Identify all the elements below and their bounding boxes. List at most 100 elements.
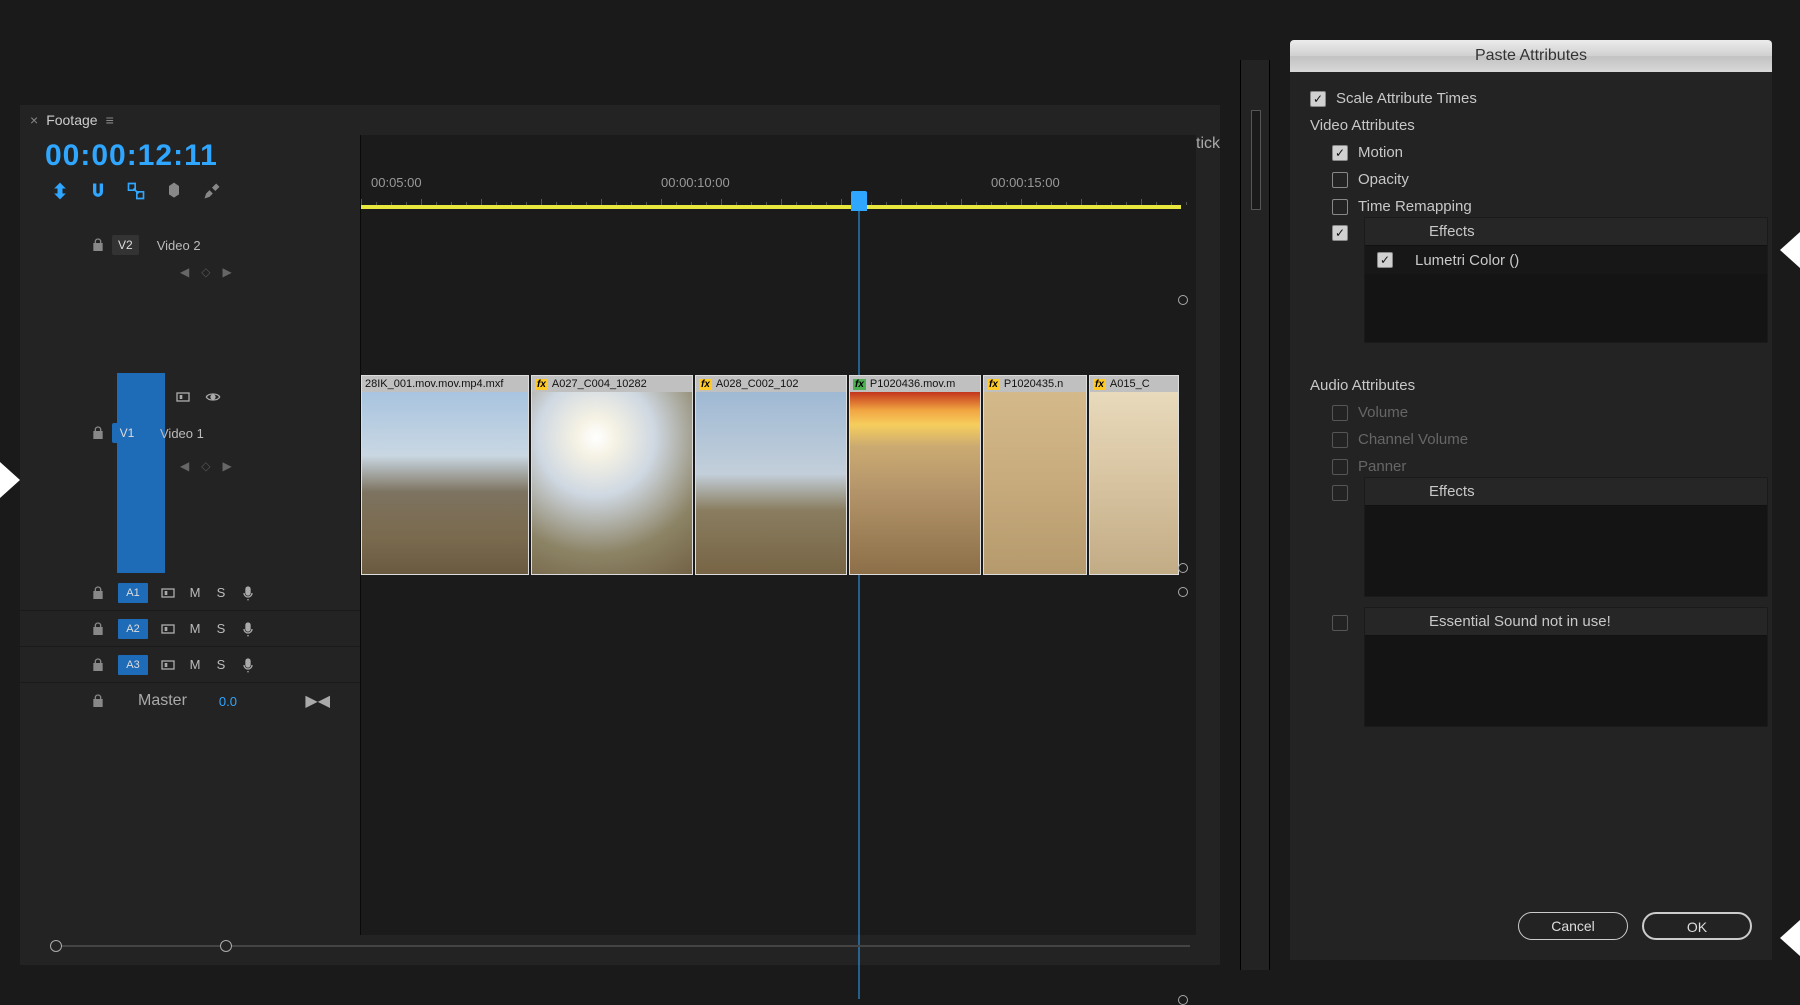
sync-lock-icon[interactable] bbox=[160, 585, 176, 601]
voiceover-icon[interactable] bbox=[240, 657, 256, 673]
solo-toggle[interactable]: S bbox=[214, 621, 228, 636]
checkbox-disabled-icon bbox=[1332, 485, 1348, 501]
channel-volume-row: Channel Volume bbox=[1310, 431, 1752, 448]
sync-lock-icon[interactable] bbox=[175, 389, 191, 405]
lock-icon[interactable] bbox=[90, 657, 106, 673]
panner-label: Panner bbox=[1358, 458, 1406, 475]
vertical-scroll[interactable] bbox=[1178, 295, 1190, 995]
timeline-clip[interactable]: 28IK_001.mov.mov.mp4.mxf bbox=[361, 375, 529, 575]
paste-attributes-dialog: Paste Attributes ✓ Scale Attribute Times… bbox=[1290, 40, 1772, 960]
master-expand-icon[interactable]: ▶◀ bbox=[305, 691, 330, 711]
sync-lock-icon[interactable] bbox=[160, 657, 176, 673]
track-v2-tag[interactable]: V2 bbox=[112, 235, 139, 255]
track-a3-header[interactable]: A3 M S bbox=[20, 647, 360, 683]
timeline-clip[interactable]: fxA027_C004_10282 bbox=[531, 375, 693, 575]
panel-title[interactable]: Footage bbox=[46, 112, 97, 128]
voiceover-icon[interactable] bbox=[240, 621, 256, 637]
ok-button[interactable]: OK bbox=[1642, 912, 1752, 940]
sync-lock-icon[interactable] bbox=[160, 621, 176, 637]
ruler-label: 00:05:00 bbox=[371, 175, 422, 190]
keyframe-diamond-icon[interactable]: ◇ bbox=[201, 459, 210, 473]
nest-icon[interactable] bbox=[50, 181, 70, 206]
master-value[interactable]: 0.0 bbox=[219, 694, 237, 709]
lock-icon[interactable] bbox=[90, 425, 106, 441]
track-v1-tag[interactable]: V1 bbox=[112, 423, 142, 443]
track-master-header[interactable]: Master 0.0 ▶◀ bbox=[20, 683, 360, 719]
essential-sound-label: Essential Sound not in use! bbox=[1429, 613, 1611, 630]
timeline-clip[interactable]: fxP1020435.n bbox=[983, 375, 1087, 575]
panel-divider[interactable] bbox=[1240, 60, 1270, 970]
audio-track-headers: A1 M S A2 M S bbox=[20, 575, 360, 719]
solo-toggle[interactable]: S bbox=[214, 657, 228, 672]
checkbox-icon[interactable] bbox=[1332, 199, 1348, 215]
audio-effects-box: Effects bbox=[1364, 477, 1768, 597]
lock-icon[interactable] bbox=[90, 621, 106, 637]
track-v1-header[interactable]: V1 Video 1 bbox=[20, 423, 360, 443]
snap-icon[interactable] bbox=[88, 181, 108, 206]
motion-row[interactable]: ✓ Motion bbox=[1310, 144, 1752, 161]
timeline-clip[interactable]: fxP1020436.mov.m bbox=[849, 375, 981, 575]
ruler-label: 00:00:15:00 bbox=[991, 175, 1060, 190]
checkbox-disabled-icon bbox=[1332, 459, 1348, 475]
cancel-button[interactable]: Cancel bbox=[1518, 912, 1628, 940]
track-a3-tag[interactable]: A3 bbox=[118, 655, 148, 675]
track-v2-name: Video 2 bbox=[157, 238, 201, 253]
keyframe-diamond-icon[interactable]: ◇ bbox=[201, 265, 210, 279]
scale-attribute-times-row[interactable]: ✓ Scale Attribute Times bbox=[1310, 90, 1752, 107]
next-keyframe-icon[interactable]: ▶ bbox=[222, 265, 231, 279]
prev-keyframe-icon[interactable]: ◀ bbox=[180, 459, 189, 473]
timeline-track-area[interactable]: 00:05:00 00:00:10:00 00:00:15:00 28IK_00… bbox=[360, 135, 1196, 935]
checkbox-checked-icon[interactable]: ✓ bbox=[1332, 225, 1348, 241]
lock-icon[interactable] bbox=[90, 585, 106, 601]
voiceover-icon[interactable] bbox=[240, 585, 256, 601]
checkbox-icon[interactable] bbox=[1332, 172, 1348, 188]
checkbox-checked-icon[interactable]: ✓ bbox=[1310, 91, 1326, 107]
panner-row: Panner bbox=[1310, 458, 1752, 475]
opacity-row[interactable]: Opacity bbox=[1310, 171, 1752, 188]
next-keyframe-icon[interactable]: ▶ bbox=[222, 459, 231, 473]
dialog-title: Paste Attributes bbox=[1290, 40, 1772, 72]
prev-keyframe-icon[interactable]: ◀ bbox=[180, 265, 189, 279]
current-timecode[interactable]: 00:00:12:11 bbox=[20, 135, 360, 173]
mute-toggle[interactable]: M bbox=[188, 657, 202, 672]
track-a1-tag[interactable]: A1 bbox=[118, 583, 148, 603]
mute-toggle[interactable]: M bbox=[188, 585, 202, 600]
solo-toggle[interactable]: S bbox=[214, 585, 228, 600]
work-area-bar[interactable] bbox=[361, 205, 1181, 209]
timeline-panel: × Footage ≡ 00:00:12:11 V2 Video 2 bbox=[20, 105, 1220, 965]
fx-badge-icon: fx bbox=[853, 379, 866, 390]
carousel-left-arrow-icon bbox=[0, 462, 20, 498]
clip-thumbnail bbox=[362, 392, 528, 574]
timeline-clip[interactable]: fxA015_C bbox=[1089, 375, 1179, 575]
markers-icon[interactable] bbox=[164, 181, 184, 206]
track-a1-header[interactable]: A1 M S bbox=[20, 575, 360, 611]
track-output-icon[interactable] bbox=[205, 389, 221, 405]
lumetri-row[interactable]: ✓ Lumetri Color () bbox=[1365, 246, 1767, 274]
settings-icon[interactable] bbox=[202, 181, 222, 206]
volume-row: Volume bbox=[1310, 404, 1752, 421]
track-v2-header[interactable]: V2 Video 2 bbox=[20, 235, 360, 255]
scale-attribute-times-label: Scale Attribute Times bbox=[1336, 90, 1477, 107]
playhead-handle[interactable] bbox=[851, 191, 867, 211]
fx-badge-icon: fx bbox=[535, 379, 548, 390]
panel-menu-icon[interactable]: ≡ bbox=[106, 112, 114, 128]
lock-icon[interactable] bbox=[90, 693, 106, 709]
lock-icon[interactable] bbox=[90, 237, 106, 253]
checkbox-checked-icon[interactable]: ✓ bbox=[1332, 145, 1348, 161]
linked-selection-icon[interactable] bbox=[126, 181, 146, 206]
time-remapping-row[interactable]: Time Remapping bbox=[1310, 198, 1752, 215]
audio-attributes-heading: Audio Attributes bbox=[1310, 377, 1752, 394]
timeline-clip[interactable]: fxA028_C002_102 bbox=[695, 375, 847, 575]
mute-toggle[interactable]: M bbox=[188, 621, 202, 636]
clip-thumbnail bbox=[984, 392, 1086, 574]
close-tab-icon[interactable]: × bbox=[30, 112, 38, 128]
track-a2-header[interactable]: A2 M S bbox=[20, 611, 360, 647]
checkbox-disabled-icon bbox=[1332, 615, 1348, 631]
clip-label: fxA028_C002_102 bbox=[696, 376, 846, 392]
clip-label: 28IK_001.mov.mov.mp4.mxf bbox=[362, 376, 528, 392]
checkbox-checked-icon[interactable]: ✓ bbox=[1377, 252, 1393, 268]
clips-lane[interactable]: 28IK_001.mov.mov.mp4.mxffxA027_C004_1028… bbox=[361, 375, 1196, 575]
time-ruler[interactable]: 00:05:00 00:00:10:00 00:00:15:00 bbox=[361, 175, 1196, 205]
track-a2-tag[interactable]: A2 bbox=[118, 619, 148, 639]
horizontal-zoom-bar[interactable] bbox=[50, 939, 1190, 953]
